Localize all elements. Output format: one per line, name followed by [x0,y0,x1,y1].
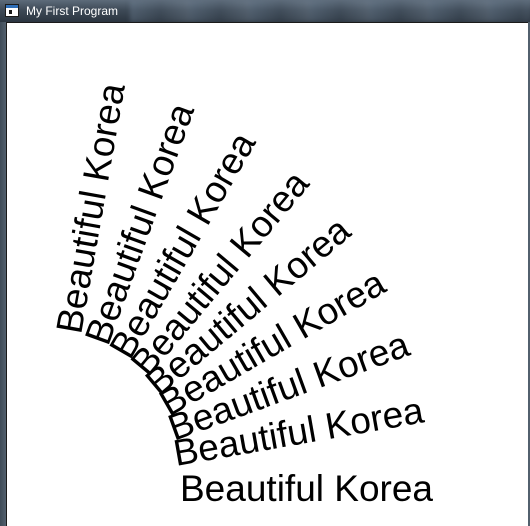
rotated-text-9: Beautiful Korea [180,468,433,509]
title-bar-background [130,0,530,22]
app-window: My First Program Beautiful Korea Beautifu… [0,0,530,526]
window-title: My First Program [26,4,119,18]
client-area: Beautiful Korea Beautiful Korea Beautiful … [6,22,528,526]
app-window-icon[interactable] [5,4,19,17]
drawing-canvas: Beautiful KoreaBeautiful KoreaBeautiful … [49,80,434,509]
title-bar[interactable]: My First Program [0,0,530,22]
